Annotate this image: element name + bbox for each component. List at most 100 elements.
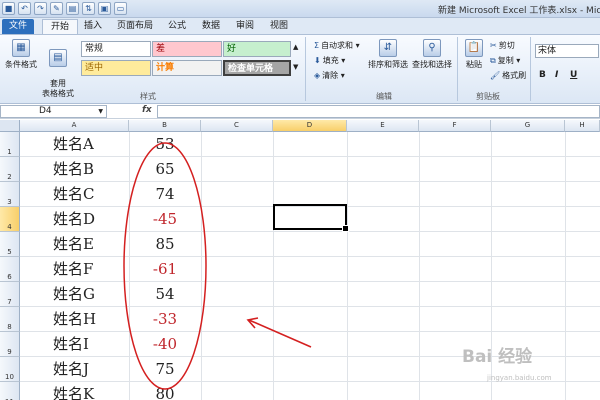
tab-insert[interactable]: 插入: [80, 19, 106, 34]
tab-view[interactable]: 视图: [266, 19, 292, 34]
row-header-3[interactable]: 3: [0, 182, 20, 207]
clipboard-group-label: 剪贴板: [476, 92, 500, 101]
row-header-4[interactable]: 4: [0, 207, 20, 232]
cell-a9[interactable]: 姓名I: [20, 332, 129, 357]
cell-b7[interactable]: 54: [129, 282, 201, 307]
cell-b6[interactable]: -61: [129, 257, 201, 282]
table-format-icon: ▤: [49, 49, 67, 67]
insert-function-icon[interactable]: fx: [142, 105, 152, 115]
cell-b8[interactable]: -33: [129, 307, 201, 332]
format-painter-button[interactable]: 🖌 格式刷: [490, 70, 526, 81]
cell-b1[interactable]: 53: [129, 132, 201, 157]
quick-access-toolbar: ■ ↶ ↷ ✎ ▤ ⇅ ▣ ▭: [2, 2, 127, 15]
format-painter-icon[interactable]: ✎: [50, 2, 63, 15]
copy-icon: ⧉: [490, 56, 496, 65]
cell-a4[interactable]: 姓名D: [20, 207, 129, 232]
group-divider: [305, 37, 306, 101]
paste-icon[interactable]: ▣: [98, 2, 111, 15]
column-header-a[interactable]: A: [20, 120, 129, 132]
cell-b5[interactable]: 85: [129, 232, 201, 257]
select-all-corner[interactable]: [0, 120, 20, 132]
paste-button[interactable]: 📋 粘贴: [462, 39, 486, 70]
redo-icon[interactable]: ↷: [34, 2, 47, 15]
copy-button[interactable]: ⧉ 复制 ▾: [490, 55, 520, 66]
autosum-button[interactable]: Σ 自动求和 ▾: [314, 40, 360, 51]
tab-data[interactable]: 数据: [198, 19, 224, 34]
fill-icon: ⬇: [314, 56, 321, 65]
cell-b2[interactable]: 65: [129, 157, 201, 182]
row-header-1[interactable]: 1: [0, 132, 20, 157]
cell-b10[interactable]: 75: [129, 357, 201, 382]
open-icon[interactable]: ▭: [114, 2, 127, 15]
row-header-10[interactable]: 10: [0, 357, 20, 382]
table-format-button[interactable]: ▤ 套用 表格格式: [40, 39, 76, 99]
styles-group-label: 样式: [140, 92, 156, 101]
font-name-select[interactable]: 宋体: [535, 44, 599, 58]
style-good[interactable]: 好: [223, 41, 291, 57]
tab-home[interactable]: 开始: [42, 19, 78, 34]
row-header-6[interactable]: 6: [0, 257, 20, 282]
column-header-f[interactable]: F: [419, 120, 491, 132]
column-header-g[interactable]: G: [491, 120, 565, 132]
conditional-format-icon: ▦: [12, 39, 30, 57]
column-header-d[interactable]: D: [273, 120, 347, 132]
italic-button[interactable]: I: [555, 70, 558, 80]
name-box[interactable]: D4 ▼: [0, 105, 107, 118]
sort-filter-button[interactable]: ⇵ 排序和筛选: [366, 39, 410, 70]
column-header-e[interactable]: E: [347, 120, 419, 132]
cell-b3[interactable]: 74: [129, 182, 201, 207]
underline-button[interactable]: U: [570, 70, 577, 80]
cell-b4[interactable]: -45: [129, 207, 201, 232]
cell-a6[interactable]: 姓名F: [20, 257, 129, 282]
save-icon[interactable]: ■: [2, 2, 15, 15]
sort-icon[interactable]: ⇅: [82, 2, 95, 15]
formula-input[interactable]: [157, 105, 600, 118]
cell-b11[interactable]: 80: [129, 382, 201, 400]
tab-review[interactable]: 审阅: [232, 19, 258, 34]
row-header-5[interactable]: 5: [0, 232, 20, 257]
group-divider: [457, 37, 458, 101]
cell-a2[interactable]: 姓名B: [20, 157, 129, 182]
clear-button[interactable]: ◈ 清除 ▾: [314, 70, 345, 81]
row-header-2[interactable]: 2: [0, 157, 20, 182]
cell-b9[interactable]: -40: [129, 332, 201, 357]
style-check-cell[interactable]: 检查单元格: [223, 60, 291, 76]
conditional-format-button[interactable]: ▦ 条件格式: [4, 39, 38, 70]
style-normal[interactable]: 常规: [81, 41, 151, 57]
style-calculation[interactable]: 计算: [152, 60, 222, 76]
eraser-icon: ◈: [314, 71, 321, 80]
fill-button[interactable]: ⬇ 填充 ▾: [314, 55, 345, 66]
watermark-logo: Bai 经验: [462, 347, 533, 367]
watermark-url: jingyan.baidu.com: [487, 374, 552, 382]
cell-a3[interactable]: 姓名C: [20, 182, 129, 207]
print-icon[interactable]: ▤: [66, 2, 79, 15]
column-header-c[interactable]: C: [201, 120, 273, 132]
style-bad[interactable]: 差: [152, 41, 222, 57]
active-cell-d4[interactable]: [273, 204, 349, 232]
row-header-7[interactable]: 7: [0, 282, 20, 307]
styles-scroll-down-icon[interactable]: ▼: [293, 63, 298, 71]
bold-button[interactable]: B: [539, 70, 546, 80]
tab-file[interactable]: 文件: [2, 19, 34, 34]
cell-a10[interactable]: 姓名J: [20, 357, 129, 382]
tab-page-layout[interactable]: 页面布局: [114, 19, 156, 34]
cut-button[interactable]: ✂ 剪切: [490, 40, 515, 51]
cell-a11[interactable]: 姓名K: [20, 382, 129, 400]
column-header-h[interactable]: H: [565, 120, 600, 132]
tab-formulas[interactable]: 公式: [164, 19, 190, 34]
undo-icon[interactable]: ↶: [18, 2, 31, 15]
chevron-down-icon[interactable]: ▼: [98, 106, 103, 117]
column-header-b[interactable]: B: [129, 120, 201, 132]
find-select-button[interactable]: ⚲ 查找和选择: [410, 39, 454, 70]
cell-a8[interactable]: 姓名H: [20, 307, 129, 332]
formula-bar: D4 ▼ fx: [0, 104, 600, 119]
row-header-8[interactable]: 8: [0, 307, 20, 332]
cell-a5[interactable]: 姓名E: [20, 232, 129, 257]
cell-a7[interactable]: 姓名G: [20, 282, 129, 307]
row-header-11[interactable]: 11: [0, 382, 20, 400]
cell-a1[interactable]: 姓名A: [20, 132, 129, 157]
style-neutral[interactable]: 适中: [81, 60, 151, 76]
styles-scroll-up-icon[interactable]: ▲: [293, 43, 298, 51]
row-header-9[interactable]: 9: [0, 332, 20, 357]
sort-filter-icon: ⇵: [379, 39, 397, 57]
